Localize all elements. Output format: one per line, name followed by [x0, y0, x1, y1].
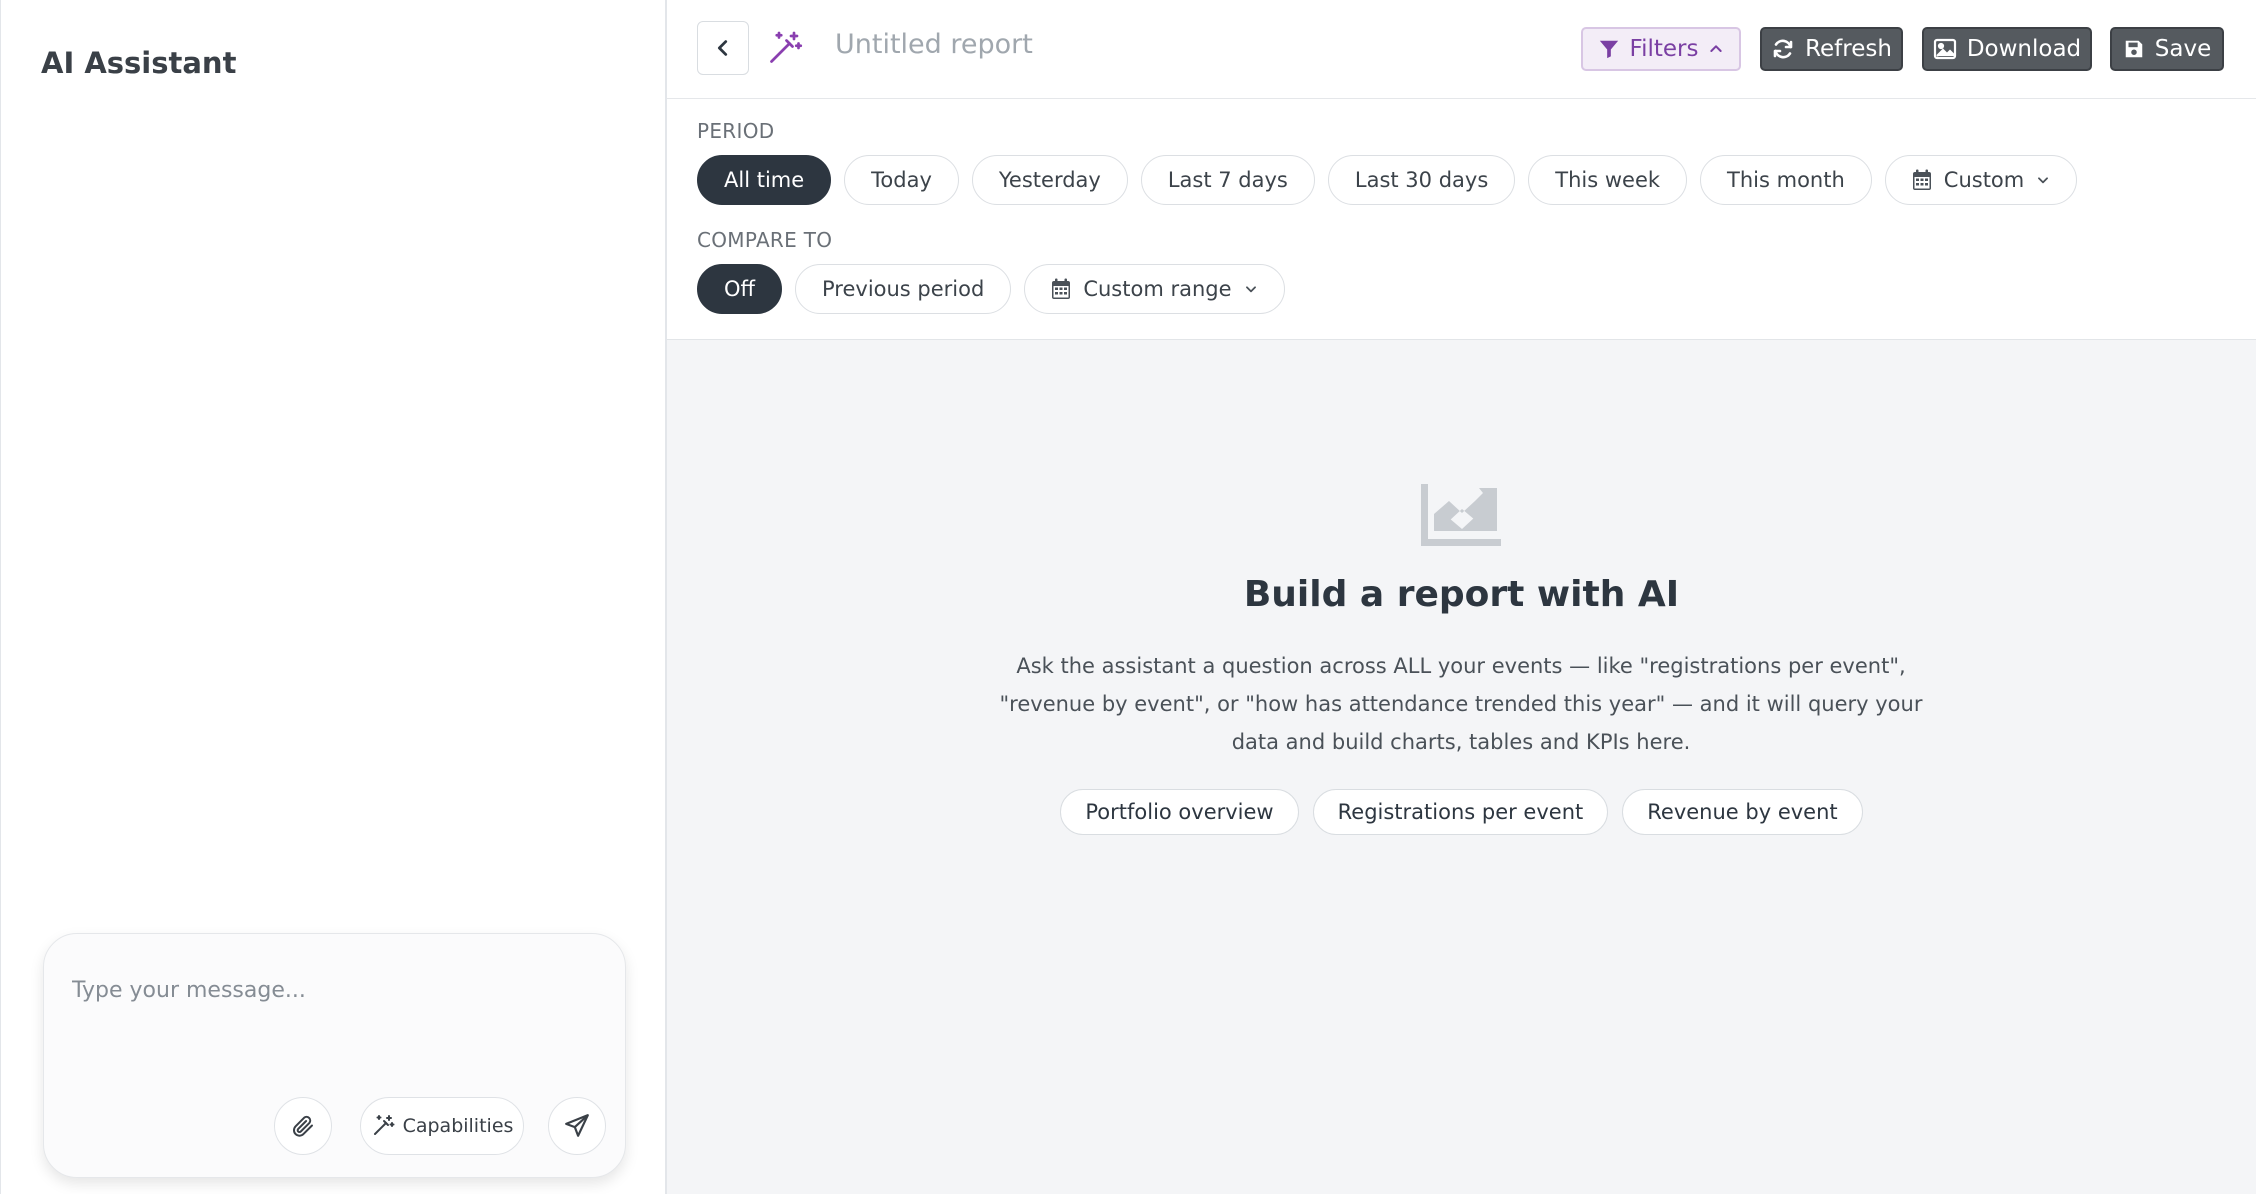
suggestion-registrations-per-event[interactable]: Registrations per event — [1312, 789, 1609, 835]
capabilities-label: Capabilities — [402, 1115, 514, 1137]
report-title[interactable]: Untitled report — [835, 29, 1033, 60]
image-icon — [1933, 38, 1956, 60]
filters-button[interactable]: Filters — [1581, 27, 1741, 71]
period-chip-group: All time Today Yesterday Last 7 days Las… — [697, 155, 2078, 205]
period-custom-label: Custom — [1943, 168, 2025, 192]
calendar-icon — [1052, 278, 1071, 299]
empty-state: Build a report with AI Ask the assistant… — [667, 340, 2256, 1194]
period-chip-all-time[interactable]: All time — [697, 155, 832, 205]
calendar-icon — [1912, 169, 1931, 190]
refresh-icon — [1773, 39, 1793, 59]
message-input[interactable] — [72, 970, 592, 1010]
compare-custom-range-label: Custom range — [1083, 277, 1232, 301]
report-toolbar: Untitled report Filters Refresh Download… — [667, 0, 2256, 99]
period-chip-last-7-days[interactable]: Last 7 days — [1140, 155, 1315, 205]
back-button[interactable] — [697, 21, 749, 75]
paper-plane-icon — [565, 1114, 589, 1137]
compare-custom-range-dropdown[interactable]: Custom range — [1024, 264, 1285, 314]
refresh-label: Refresh — [1805, 36, 1892, 62]
compare-chip-group: Off Previous period Custom range — [697, 264, 1285, 314]
capabilities-button[interactable]: Capabilities — [360, 1097, 524, 1155]
period-chip-today[interactable]: Today — [844, 155, 959, 205]
magic-wand-icon — [770, 31, 803, 63]
suggestion-chips: Portfolio overview Registrations per eve… — [667, 789, 2256, 835]
period-custom-dropdown[interactable]: Custom — [1884, 155, 2078, 205]
magic-wand-icon — [373, 1115, 395, 1135]
area-chart-icon — [1421, 484, 1501, 546]
period-chip-this-month[interactable]: This month — [1700, 155, 1872, 205]
suggestion-revenue-by-event[interactable]: Revenue by event — [1622, 789, 1863, 835]
save-button[interactable]: Save — [2110, 27, 2224, 71]
empty-state-description: Ask the assistant a question across ALL … — [999, 654, 1923, 754]
refresh-button[interactable]: Refresh — [1760, 27, 1903, 71]
message-composer: Capabilities — [43, 933, 626, 1178]
download-label: Download — [1966, 36, 2082, 62]
filter-panel: PERIOD All time Today Yesterday Last 7 d… — [667, 99, 2256, 340]
chevron-up-icon — [1710, 45, 1723, 52]
report-area: Untitled report Filters Refresh Download… — [667, 0, 2256, 1194]
period-label: PERIOD — [697, 119, 775, 143]
attach-button[interactable] — [274, 1097, 332, 1155]
send-button[interactable] — [548, 1097, 606, 1155]
period-chip-yesterday[interactable]: Yesterday — [971, 155, 1128, 205]
ai-assistant-panel: AI Assistant Capabilities — [0, 0, 667, 1194]
chevron-down-icon — [1245, 286, 1256, 293]
period-chip-last-30-days[interactable]: Last 30 days — [1327, 155, 1516, 205]
paperclip-icon — [293, 1115, 313, 1137]
download-button[interactable]: Download — [1922, 27, 2092, 71]
suggestion-portfolio-overview[interactable]: Portfolio overview — [1060, 789, 1299, 835]
save-label: Save — [2154, 36, 2212, 62]
chevron-left-icon — [717, 40, 728, 56]
assistant-title: AI Assistant — [41, 46, 237, 80]
chevron-down-icon — [2038, 177, 2049, 184]
funnel-icon — [1599, 40, 1618, 59]
compare-chip-off[interactable]: Off — [697, 264, 782, 314]
compare-label: COMPARE TO — [697, 228, 833, 252]
period-chip-this-week[interactable]: This week — [1528, 155, 1688, 205]
floppy-disk-icon — [2125, 40, 2143, 58]
filters-label: Filters — [1629, 36, 1699, 62]
compare-chip-previous-period[interactable]: Previous period — [795, 264, 1012, 314]
empty-state-title: Build a report with AI — [1243, 574, 1680, 615]
